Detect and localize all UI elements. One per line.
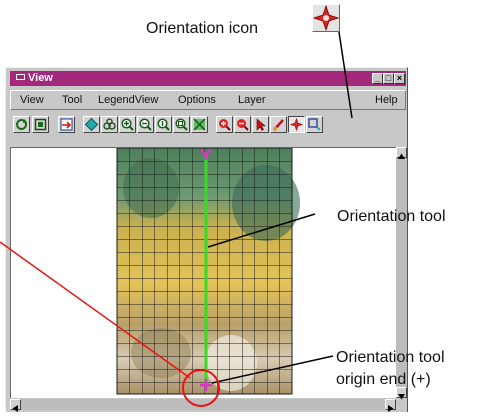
red-zoom-out-icon	[237, 119, 249, 131]
measure-icon	[273, 119, 284, 131]
menu-tool[interactable]: Tool	[62, 94, 82, 106]
move-icon	[85, 118, 98, 131]
window-menu-icon[interactable]	[16, 74, 25, 80]
zoom-in-icon	[121, 118, 134, 131]
menu-options[interactable]: Options	[178, 94, 216, 106]
toolbar	[10, 115, 406, 137]
window-title: View	[16, 71, 53, 86]
move-button[interactable]	[83, 116, 100, 133]
orientation-tool-callout: Orientation tool	[337, 208, 446, 225]
origin-end-callout-line1: Orientation tool	[336, 349, 445, 366]
zoom-box-icon	[175, 118, 188, 131]
pointer-icon	[256, 118, 266, 131]
select-button[interactable]	[306, 116, 323, 133]
menu-legendview[interactable]: LegendView	[98, 94, 158, 106]
zoom-in-button[interactable]	[119, 116, 136, 133]
scroll-left-arrow[interactable]	[10, 399, 21, 412]
full-view-icon	[34, 118, 47, 131]
scroll-right-arrow[interactable]	[385, 399, 396, 412]
origin-end-callout-line2: origin end (+)	[336, 371, 431, 388]
pan-icon	[60, 118, 73, 131]
zoom-one-icon	[157, 118, 170, 131]
minimize-button[interactable]: _	[372, 73, 383, 84]
menu-bar: View Tool LegendView Options Layer Help	[10, 90, 406, 110]
redraw-button[interactable]	[13, 116, 30, 133]
orientation-icon-sample	[312, 4, 340, 32]
orientation-icon	[290, 118, 303, 131]
pan-button[interactable]	[58, 116, 75, 133]
orientation-icon-callout: Orientation icon	[146, 20, 259, 37]
orientation-tool-button[interactable]	[288, 116, 305, 133]
title-bar[interactable]: View _ □ ×	[10, 71, 406, 86]
menu-view[interactable]: View	[20, 94, 44, 106]
close-button[interactable]: ×	[394, 73, 405, 84]
zoom-selected-icon	[193, 118, 206, 131]
horizontal-scrollbar[interactable]	[10, 399, 396, 412]
redraw-icon	[16, 119, 27, 130]
menu-help[interactable]: Help	[375, 94, 398, 106]
window-title-text: View	[28, 72, 53, 84]
menu-layer[interactable]: Layer	[238, 94, 266, 106]
zoom-box-button[interactable]	[173, 116, 190, 133]
red-zoom-in-button[interactable]	[216, 116, 233, 133]
zoom-one-button[interactable]	[155, 116, 172, 133]
locate-button[interactable]	[101, 116, 118, 133]
pointer-button[interactable]	[252, 116, 269, 133]
locate-icon	[103, 118, 116, 130]
red-zoom-out-button[interactable]	[234, 116, 251, 133]
zoom-out-icon	[139, 118, 152, 131]
zoom-out-button[interactable]	[137, 116, 154, 133]
maximize-button[interactable]: □	[383, 73, 394, 84]
full-view-button[interactable]	[32, 116, 49, 133]
measure-button[interactable]	[270, 116, 287, 133]
scroll-up-arrow[interactable]	[396, 147, 407, 159]
red-zoom-in-icon	[219, 119, 231, 131]
zoom-selected-button[interactable]	[191, 116, 208, 133]
orientation-icon	[312, 4, 340, 32]
select-icon	[308, 118, 321, 131]
